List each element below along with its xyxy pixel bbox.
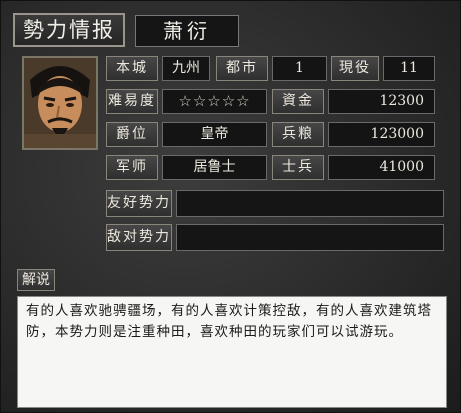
rank-value: 皇帝 [162, 122, 267, 147]
friendly-factions-label: 友好势力 [106, 190, 172, 217]
description-text: 有的人喜欢驰骋疆场，有的人喜欢计策控敌，有的人喜欢建筑塔防，本势力则是注重种田，… [17, 296, 447, 408]
hostile-factions-label: 敌对势力 [106, 224, 172, 251]
soldiers-label: 士兵 [272, 155, 324, 180]
units-label: 現役 [331, 56, 379, 81]
cities-label: 都市 [216, 56, 268, 81]
panel-title: 勢力情报 [13, 13, 125, 47]
hostile-factions-list[interactable] [176, 224, 444, 251]
gold-label: 資金 [272, 89, 324, 114]
cities-value: 1 [272, 56, 327, 81]
ruler-portrait [22, 56, 98, 150]
food-value: 123000 [328, 122, 435, 147]
units-value: 11 [383, 56, 435, 81]
faction-info-panel: 勢力情报 萧衍 本城 九州 都市 1 現役 11 难易度 ☆☆☆☆☆ 資金 12… [0, 0, 461, 413]
gold-value: 12300 [328, 89, 435, 114]
home-city-label: 本城 [106, 56, 158, 81]
difficulty-stars: ☆☆☆☆☆ [162, 89, 267, 114]
rank-label: 爵位 [106, 122, 158, 147]
ruler-portrait-icon [24, 58, 96, 148]
food-label: 兵粮 [272, 122, 324, 147]
soldiers-value: 41000 [328, 155, 435, 180]
description-tab: 解说 [17, 269, 55, 291]
faction-name: 萧衍 [135, 15, 239, 47]
advisor-value[interactable]: 居鲁士 [162, 155, 267, 180]
difficulty-label: 难易度 [106, 89, 158, 114]
home-city-value: 九州 [162, 56, 210, 81]
friendly-factions-list[interactable] [176, 190, 444, 217]
advisor-label: 军师 [106, 155, 158, 180]
